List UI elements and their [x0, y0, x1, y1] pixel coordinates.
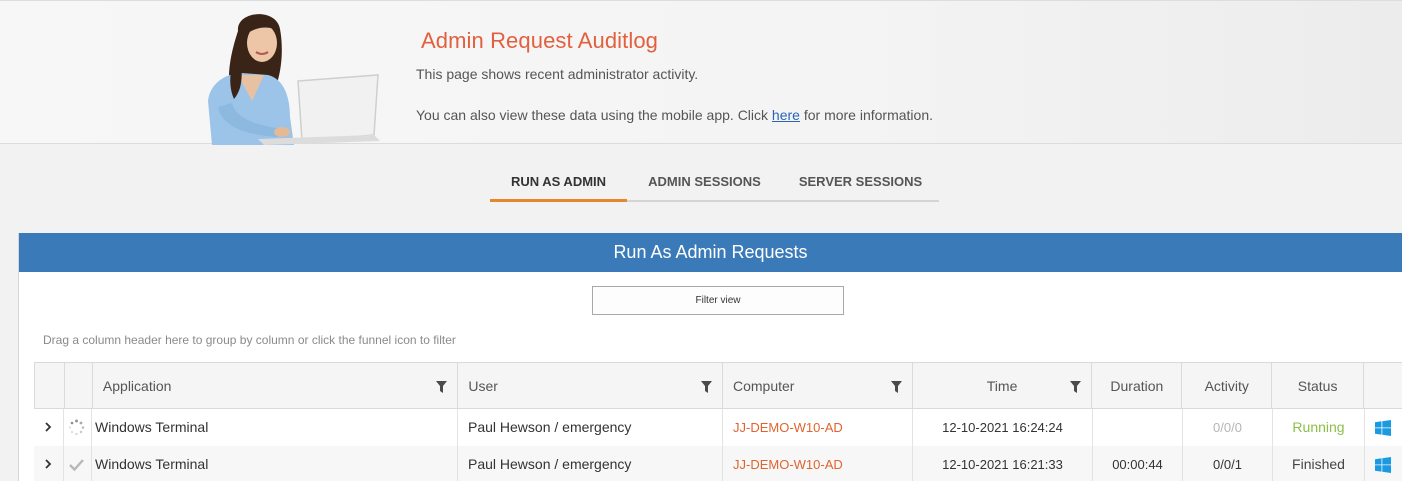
- table-row[interactable]: Windows Terminal Paul Hewson / emergency…: [34, 446, 1402, 481]
- group-by-hint: Drag a column header here to group by co…: [43, 333, 456, 347]
- column-label-time: Time: [986, 378, 1018, 394]
- funnel-icon[interactable]: [436, 381, 448, 393]
- grid-header-row: Application User Computer Time Duration …: [34, 362, 1402, 409]
- checkmark-icon: [69, 459, 84, 472]
- panel-title: Run As Admin Requests: [19, 233, 1402, 272]
- column-header-user[interactable]: User: [458, 363, 723, 408]
- tab-bar: RUN AS ADMIN ADMIN SESSIONS SERVER SESSI…: [490, 162, 939, 202]
- duration-cell: [1093, 409, 1183, 446]
- mobile-info-link[interactable]: here: [772, 107, 800, 123]
- user-cell: Paul Hewson / emergency: [458, 446, 723, 481]
- expand-cell: [34, 409, 64, 446]
- page-header-banner: Admin Request Auditlog This page shows r…: [0, 0, 1402, 145]
- status-cell: Running: [1273, 409, 1365, 446]
- time-cell: 12-10-2021 16:24:24: [913, 409, 1093, 446]
- computer-link[interactable]: JJ-DEMO-W10-AD: [723, 446, 913, 481]
- status-icon-cell: [64, 409, 92, 446]
- woman-with-laptop-illustration: [208, 14, 380, 145]
- tab-admin-sessions[interactable]: ADMIN SESSIONS: [627, 162, 782, 202]
- table-row[interactable]: Windows Terminal Paul Hewson / emergency…: [34, 409, 1402, 446]
- tab-server-sessions[interactable]: SERVER SESSIONS: [782, 162, 939, 202]
- funnel-icon[interactable]: [1070, 381, 1082, 393]
- tab-run-as-admin[interactable]: RUN AS ADMIN: [490, 162, 627, 202]
- expand-column-header: [35, 363, 65, 408]
- time-cell: 12-10-2021 16:21:33: [913, 446, 1093, 481]
- column-label-computer: Computer: [732, 378, 795, 394]
- funnel-icon[interactable]: [700, 381, 712, 393]
- user-cell: Paul Hewson / emergency: [458, 409, 723, 446]
- page-title: Admin Request Auditlog: [421, 28, 659, 53]
- column-header-duration[interactable]: Duration: [1092, 363, 1183, 408]
- application-cell: Windows Terminal: [92, 446, 458, 481]
- os-column-header: [1364, 363, 1402, 408]
- column-header-time[interactable]: Time: [913, 363, 1093, 408]
- chevron-right-icon[interactable]: [43, 422, 53, 432]
- requests-grid: Application User Computer Time Duration …: [34, 362, 1402, 481]
- column-header-activity[interactable]: Activity: [1182, 363, 1273, 408]
- mobile-info-text-end: for more information.: [799, 107, 934, 123]
- page-description: This page shows recent administrator act…: [416, 66, 699, 82]
- column-label-user: User: [468, 378, 498, 394]
- column-header-application[interactable]: Application: [93, 363, 459, 408]
- mobile-app-info: You can also view these data using the m…: [416, 107, 933, 123]
- computer-link[interactable]: JJ-DEMO-W10-AD: [723, 409, 913, 446]
- activity-cell: 0/0/0: [1183, 409, 1273, 446]
- status-cell: Finished: [1273, 446, 1365, 481]
- loading-spinner-icon: [68, 419, 85, 436]
- os-cell: [1365, 409, 1402, 446]
- column-header-status[interactable]: Status: [1272, 363, 1365, 408]
- chevron-right-icon[interactable]: [43, 459, 53, 469]
- run-as-admin-panel: Run As Admin Requests Filter view Drag a…: [18, 233, 1402, 481]
- column-label-application: Application: [102, 378, 172, 394]
- status-icon-cell: [64, 446, 92, 481]
- mobile-info-text: You can also view these data using the m…: [416, 107, 772, 123]
- funnel-icon[interactable]: [890, 381, 902, 393]
- expand-cell: [34, 446, 64, 481]
- duration-cell: 00:00:44: [1093, 446, 1183, 481]
- filter-view-button[interactable]: Filter view: [592, 286, 844, 315]
- windows-icon[interactable]: [1375, 457, 1391, 473]
- windows-icon[interactable]: [1375, 420, 1391, 436]
- os-cell: [1365, 446, 1402, 481]
- activity-cell: 0/0/1: [1183, 446, 1273, 481]
- column-header-computer[interactable]: Computer: [723, 363, 913, 408]
- status-icon-column-header: [65, 363, 93, 408]
- application-cell: Windows Terminal: [92, 409, 458, 446]
